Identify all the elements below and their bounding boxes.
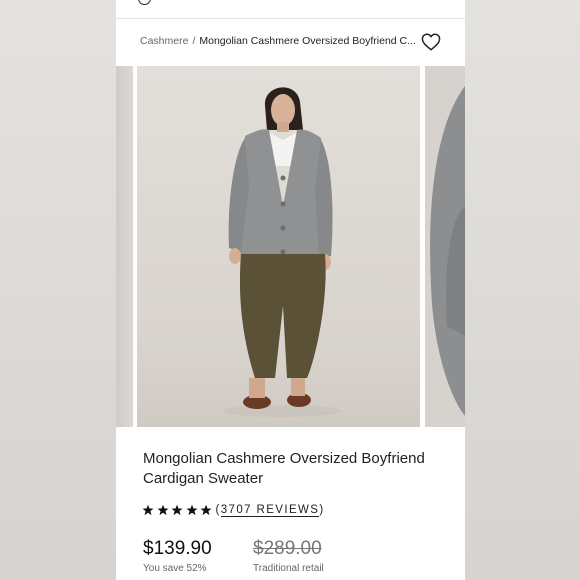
savings-text: You save 52% [143, 563, 207, 574]
reviews-open-paren: ( [215, 504, 221, 516]
header-bar [116, 0, 465, 19]
image-gallery[interactable] [116, 66, 465, 427]
reviews-count-label[interactable]: 3707 REVIEWS [220, 504, 320, 517]
product-title: Mongolian Cashmere Oversized Boyfriend C… [143, 450, 425, 487]
star-icon [157, 504, 168, 516]
star-icon [171, 504, 183, 516]
breadcrumb-current: Mongolian Cashmere Oversized Boyfriend C… [199, 35, 416, 47]
star-icon [186, 504, 197, 516]
star-icon [142, 504, 154, 516]
breadcrumb-separator: / [192, 35, 196, 47]
previous-image-peek[interactable] [116, 66, 133, 427]
heart-icon[interactable] [421, 33, 441, 51]
rating-row[interactable]: (3707 REVIEWS) [142, 501, 325, 519]
background-left [0, 0, 116, 580]
star-icon [200, 504, 212, 516]
background-right [464, 0, 580, 580]
next-image-peek[interactable] [425, 66, 465, 427]
reviews-link[interactable]: (3707 REVIEWS) [215, 504, 325, 517]
breadcrumb-cashmere-link[interactable]: Cashmere [140, 35, 188, 47]
reviews-close-paren: ) [319, 504, 325, 516]
product-page: Cashmere / Mongolian Cashmere Oversized Bo… [116, 0, 465, 580]
retail-label: Traditional retail [253, 563, 324, 574]
search-icon[interactable] [138, 0, 151, 5]
breadcrumb: Cashmere / Mongolian Cashmere Oversized Bo… [140, 35, 420, 51]
retail-price: $289.00 [253, 538, 322, 559]
rating-stars [142, 504, 215, 516]
product-image[interactable] [137, 66, 420, 427]
sale-price: $139.90 [143, 538, 212, 559]
